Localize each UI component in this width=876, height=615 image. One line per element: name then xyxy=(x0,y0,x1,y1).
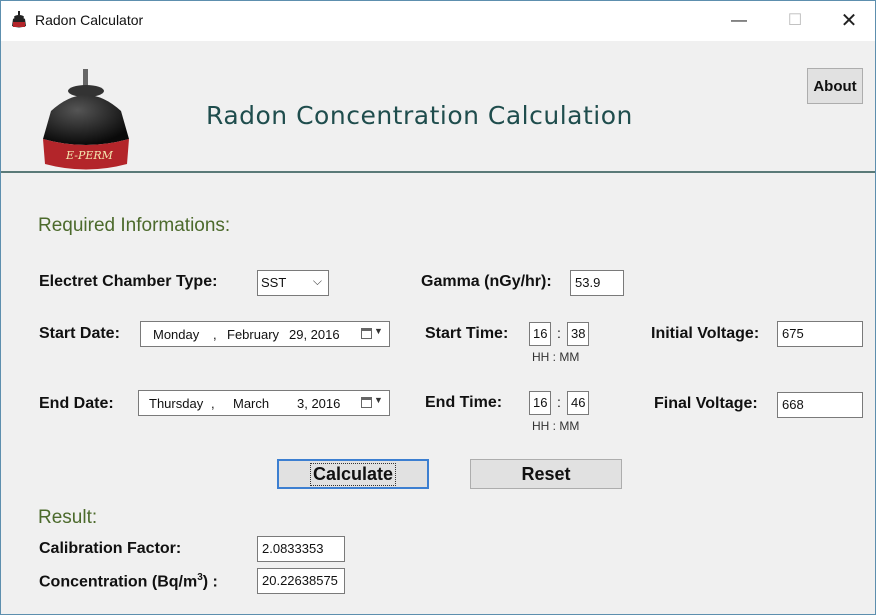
app-icon xyxy=(12,11,26,28)
end-date-month: March xyxy=(233,396,270,411)
end-time-format-hint: HH : MM xyxy=(532,419,580,433)
header-divider xyxy=(1,171,875,173)
start-time-hh-input[interactable]: 16 xyxy=(529,322,551,346)
chamber-type-value: SST xyxy=(261,275,287,290)
start-date-picker[interactable]: Monday , February 29, 2016 ▼ xyxy=(140,321,390,347)
end-time-mm-input[interactable]: 46 xyxy=(567,391,589,415)
end-date-picker[interactable]: Thursday , March 3, 2016 ▼ xyxy=(138,390,390,416)
result-heading: Result: xyxy=(38,507,98,528)
calibration-factor-label: Calibration Factor: xyxy=(39,540,182,557)
calibration-factor-output: 2.0833353 xyxy=(257,536,345,562)
start-date-separator: , xyxy=(213,327,217,342)
calculate-button[interactable]: Calculate xyxy=(277,459,429,489)
concentration-label: Concentration (Bq/m3) : xyxy=(39,572,218,591)
start-date-date: 29, 2016 xyxy=(289,327,340,342)
end-time-label: End Time: xyxy=(425,394,503,411)
reset-button[interactable]: Reset xyxy=(470,459,622,489)
e-perm-chamber-icon: E-PERM xyxy=(43,69,129,170)
initial-voltage-label: Initial Voltage: xyxy=(651,325,760,342)
start-time-label: Start Time: xyxy=(425,325,509,342)
end-date-label: End Date: xyxy=(39,395,114,412)
chamber-type-label: Electret Chamber Type: xyxy=(39,273,218,290)
start-time-format-hint: HH : MM xyxy=(532,350,580,364)
end-time-hh-input[interactable]: 16 xyxy=(529,391,551,415)
concentration-output: 20.22638575 xyxy=(257,568,345,594)
svg-text:E-PERM: E-PERM xyxy=(65,149,114,162)
reset-button-label: Reset xyxy=(521,463,571,484)
minimize-button[interactable]: — xyxy=(717,1,761,41)
initial-voltage-input[interactable]: 675 xyxy=(777,321,863,347)
start-date-label: Start Date: xyxy=(39,325,120,342)
chamber-type-select[interactable]: SST ⌵ xyxy=(257,270,329,296)
start-time-colon: : xyxy=(557,325,561,341)
dropdown-arrow-icon[interactable]: ▼ xyxy=(374,395,383,405)
final-voltage-input[interactable]: 668 xyxy=(777,392,863,418)
page-title: Radon Concentration Calculation xyxy=(206,101,633,130)
about-button[interactable]: About xyxy=(807,68,863,104)
end-date-separator: , xyxy=(211,396,215,411)
radon-calculator-window: Radon Calculator — ☐ ✕ E-PERM Radon Conc… xyxy=(0,0,876,615)
chevron-down-icon: ⌵ xyxy=(312,274,322,288)
final-voltage-label: Final Voltage: xyxy=(654,395,758,412)
header-panel: E-PERM Radon Concentration Calculation A… xyxy=(1,41,875,171)
end-time-colon: : xyxy=(557,394,561,410)
gamma-label: Gamma (nGy/hr): xyxy=(421,273,552,290)
window-title: Radon Calculator xyxy=(35,12,144,28)
start-date-month: February xyxy=(227,327,280,342)
calendar-icon[interactable] xyxy=(361,328,372,339)
title-bar[interactable]: Radon Calculator — ☐ ✕ xyxy=(1,1,875,41)
start-time-mm-input[interactable]: 38 xyxy=(567,322,589,346)
maximize-button[interactable]: ☐ xyxy=(773,1,817,41)
gamma-input[interactable]: 53.9 xyxy=(570,270,624,296)
close-button[interactable]: ✕ xyxy=(827,1,871,41)
dropdown-arrow-icon[interactable]: ▼ xyxy=(374,326,383,336)
required-informations-heading: Required Informations: xyxy=(38,215,231,236)
calendar-icon[interactable] xyxy=(361,397,372,408)
calculate-button-label: Calculate xyxy=(309,462,397,486)
end-date-date: 3, 2016 xyxy=(297,396,341,411)
end-date-day: Thursday xyxy=(149,396,204,411)
start-date-day: Monday xyxy=(153,327,200,342)
